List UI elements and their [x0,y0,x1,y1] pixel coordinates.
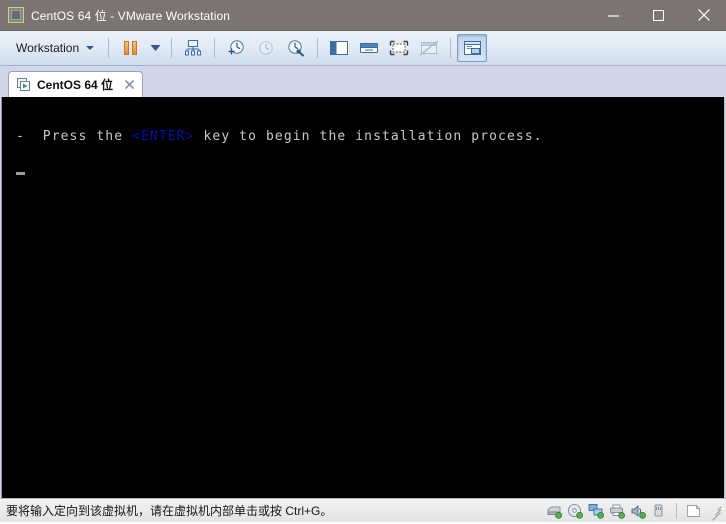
toolbar-separator [171,38,173,58]
thumbnail-bar-icon [463,41,481,55]
vmware-workstation-window: CentOS 64 位 - VMware Workstation Worksta… [0,0,726,522]
printer-icon[interactable] [609,503,626,519]
snapshot-revert-icon [259,41,273,55]
snapshot-manager-icon [288,40,305,57]
toolbar-separator [450,38,452,58]
console-text-suffix: key to begin the installation process. [194,129,543,144]
vm-settings-icon [185,40,202,56]
chevron-down-icon [86,46,95,50]
workstation-menu-label: Workstation [16,41,80,55]
vm-console-screen[interactable]: - Press the <ENTER> key to begin the ins… [1,97,725,498]
usb-device-icon[interactable] [651,503,668,519]
status-device-icons [546,502,726,521]
snapshot-add-icon [228,40,244,55]
maximize-button[interactable] [636,0,681,30]
manage-vm-settings-button[interactable] [178,34,208,62]
title-bar: CentOS 64 位 - VMware Workstation [0,0,726,31]
message-log-icon[interactable] [685,503,702,519]
close-button[interactable] [681,0,726,30]
console-cursor [16,172,25,175]
vm-running-icon [17,77,31,92]
status-message: 要将输入定向到该虚拟机，请在虚拟机内部单击或按 Ctrl+G。 [6,504,333,518]
sound-card-icon[interactable] [630,503,647,519]
toolbar-separator [214,38,216,58]
tab-centos-64[interactable]: CentOS 64 位 [8,71,144,97]
minimize-button[interactable] [591,0,636,30]
console-output-line: - Press the <ENTER> key to begin the ins… [2,97,724,146]
hard-disk-icon[interactable] [546,503,563,519]
toolbar-separator [108,38,110,58]
main-toolbar: Workstation [0,31,726,66]
pause-icon [123,41,137,55]
vm-console-area: - Press the <ENTER> key to begin the ins… [0,97,726,498]
revert-snapshot-button[interactable] [251,34,281,62]
status-bar: 要将输入定向到该虚拟机，请在虚拟机内部单击或按 Ctrl+G。 [0,498,726,522]
resize-grip[interactable] [708,504,722,521]
toolbar-separator [317,38,319,58]
pause-vm-button[interactable] [115,34,145,62]
show-thumbnail-bar-button[interactable] [457,34,488,62]
unity-mode-icon [419,40,439,56]
network-adapter-icon[interactable] [588,503,605,519]
unity-mode-button[interactable] [414,34,444,62]
tab-label: CentOS 64 位 [37,78,114,92]
vm-tab-strip: CentOS 64 位 [0,66,726,97]
window-controls [591,0,726,30]
take-snapshot-button[interactable] [221,34,251,62]
status-separator [676,502,677,519]
full-screen-icon [389,40,409,56]
tab-close-button[interactable] [122,78,136,92]
show-console-view-button[interactable] [354,34,384,62]
power-dropdown-button[interactable] [145,34,165,62]
library-panel-icon [330,41,349,55]
snapshot-manager-button[interactable] [281,34,311,62]
cd-dvd-icon[interactable] [567,503,584,519]
console-text-prefix: - Press the [16,129,133,144]
workstation-menu-button[interactable]: Workstation [6,35,102,61]
window-title: CentOS 64 位 - VMware Workstation [31,8,231,23]
vmware-vm-icon [8,7,24,23]
enter-full-screen-button[interactable] [384,34,414,62]
show-library-button[interactable] [324,34,354,62]
chevron-down-icon [150,45,161,51]
console-view-icon [360,43,379,53]
console-text-highlight: <ENTER> [132,129,195,144]
